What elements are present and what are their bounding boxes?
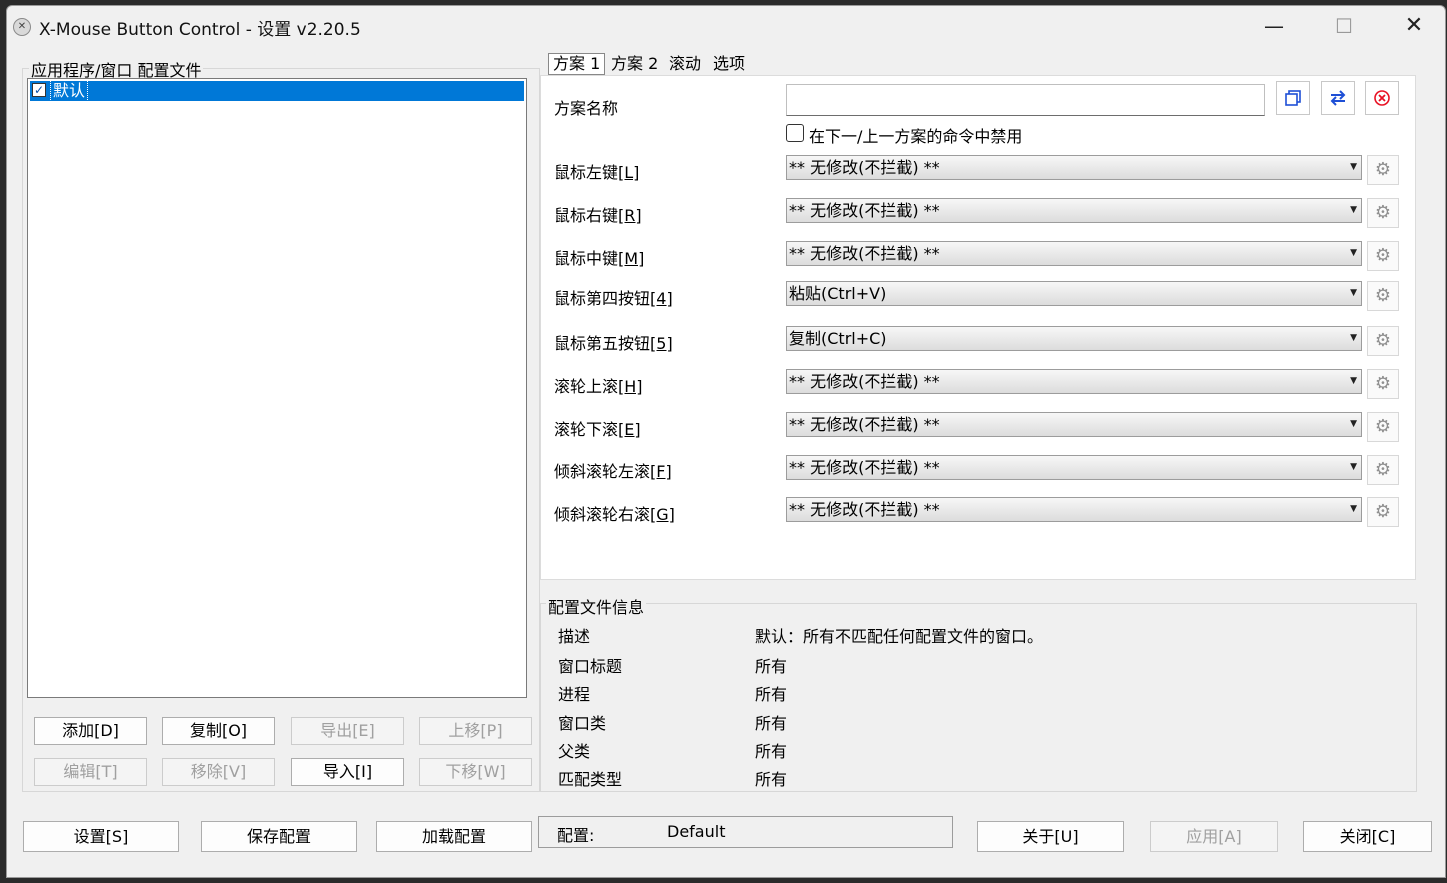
copy-scheme-icon[interactable] [1276, 81, 1310, 115]
chevron-down-icon: ▼ [1350, 504, 1357, 514]
wheel-up-dropdown[interactable]: ** 无修改(不拦截) ** ▼ [786, 369, 1362, 394]
maximize-icon[interactable]: ☐ [1309, 6, 1379, 46]
disable-scheme-checkbox[interactable] [786, 124, 804, 142]
close-button[interactable]: 关闭[C] [1303, 821, 1432, 852]
button5-label: 鼠标第五按钮[5] [554, 334, 673, 353]
chevron-down-icon: ▼ [1350, 462, 1357, 472]
wheel-down-dropdown[interactable]: ** 无修改(不拦截) ** ▼ [786, 412, 1362, 437]
minimize-icon[interactable]: — [1239, 6, 1309, 46]
tilt-left-dropdown[interactable]: ** 无修改(不拦截) ** ▼ [786, 455, 1362, 480]
save-config-button[interactable]: 保存配置 [201, 821, 357, 852]
window-title-label: 窗口标题 [558, 657, 623, 676]
chevron-down-icon: ▼ [1350, 333, 1357, 343]
process-label: 进程 [558, 685, 591, 704]
gear-icon[interactable]: ⚙ [1367, 412, 1399, 442]
move-up-button[interactable]: 上移[P] [419, 717, 532, 745]
scheme-name-input[interactable] [786, 84, 1265, 116]
config-label: 配置: [557, 826, 595, 845]
app-icon: ✕ [13, 18, 31, 36]
profile-enabled-checkbox[interactable]: ✓ [32, 83, 46, 97]
right-button-dropdown[interactable]: ** 无修改(不拦截) ** ▼ [786, 198, 1362, 223]
middle-button-dropdown[interactable]: ** 无修改(不拦截) ** ▼ [786, 241, 1362, 266]
gear-icon[interactable]: ⚙ [1367, 198, 1399, 228]
about-button[interactable]: 关于[U] [977, 821, 1124, 852]
chevron-down-icon: ▼ [1350, 419, 1357, 429]
gear-icon[interactable]: ⚙ [1367, 281, 1399, 311]
profile-label: 默认 [49, 80, 89, 102]
left-button-dropdown[interactable]: ** 无修改(不拦截) ** ▼ [786, 155, 1362, 180]
tilt-right-dropdown[interactable]: ** 无修改(不拦截) ** ▼ [786, 497, 1362, 522]
match-type-value: 所有 [755, 770, 788, 789]
right-button-label: 鼠标右键[R] [554, 206, 642, 225]
list-item[interactable]: ✓ 默认 [30, 80, 524, 102]
gear-icon[interactable]: ⚙ [1367, 326, 1399, 356]
config-value: Default [667, 822, 726, 841]
chevron-down-icon: ▼ [1350, 205, 1357, 215]
parent-class-label: 父类 [558, 742, 591, 761]
wheel-down-label: 滚轮下滚[E] [554, 420, 641, 439]
swap-scheme-icon[interactable] [1321, 81, 1355, 115]
load-config-button[interactable]: 加载配置 [376, 821, 532, 852]
import-profile-button[interactable]: 导入[I] [291, 758, 404, 786]
move-down-button[interactable]: 下移[W] [419, 758, 532, 786]
tab-options[interactable]: 选项 [709, 52, 749, 76]
button5-dropdown[interactable]: 复制(Ctrl+C) ▼ [786, 326, 1362, 351]
window-class-label: 窗口类 [558, 714, 607, 733]
chevron-down-icon: ▼ [1350, 162, 1357, 172]
title-bar[interactable]: ✕ X-Mouse Button Control - 设置 v2.20.5 — … [7, 6, 1445, 46]
gear-icon[interactable]: ⚙ [1367, 497, 1399, 527]
export-profile-button[interactable]: 导出[E] [291, 717, 404, 745]
settings-button[interactable]: 设置[S] [23, 821, 179, 852]
button4-dropdown[interactable]: 粘贴(Ctrl+V) ▼ [786, 281, 1362, 306]
tab-scheme-2[interactable]: 方案 2 [607, 52, 662, 76]
tilt-right-label: 倾斜滚轮右滚[G] [554, 505, 675, 524]
wheel-up-label: 滚轮上滚[H] [554, 377, 643, 396]
window-class-value: 所有 [755, 714, 788, 733]
scheme-name-label: 方案名称 [554, 99, 619, 118]
chevron-down-icon: ▼ [1350, 288, 1357, 298]
profiles-list[interactable]: ✓ 默认 [27, 78, 527, 698]
close-window-icon[interactable]: ✕ [1379, 6, 1447, 46]
add-profile-button[interactable]: 添加[D] [34, 717, 147, 745]
process-value: 所有 [755, 685, 788, 704]
gear-icon[interactable]: ⚙ [1367, 455, 1399, 485]
gear-icon[interactable]: ⚙ [1367, 155, 1399, 185]
edit-profile-button[interactable]: 编辑[T] [34, 758, 147, 786]
copy-profile-button[interactable]: 复制[O] [162, 717, 275, 745]
remove-profile-button[interactable]: 移除[V] [162, 758, 275, 786]
gear-icon[interactable]: ⚙ [1367, 369, 1399, 399]
gear-icon[interactable]: ⚙ [1367, 241, 1399, 271]
tab-scheme-1[interactable]: 方案 1 [548, 53, 606, 75]
description-value: 默认：所有不匹配任何配置文件的窗口。 [755, 627, 1044, 646]
parent-class-value: 所有 [755, 742, 788, 761]
button4-label: 鼠标第四按钮[4] [554, 289, 673, 308]
middle-button-label: 鼠标中键[M] [554, 249, 645, 268]
chevron-down-icon: ▼ [1350, 248, 1357, 258]
apply-button[interactable]: 应用[A] [1150, 821, 1278, 852]
profile-info-group-title: 配置文件信息 [546, 594, 647, 618]
tilt-left-label: 倾斜滚轮左滚[F] [554, 462, 672, 481]
config-status: 配置: Default [538, 816, 953, 848]
clear-scheme-icon[interactable] [1365, 81, 1399, 115]
disable-scheme-label: 在下一/上一方案的命令中禁用 [809, 127, 1023, 146]
match-type-label: 匹配类型 [558, 770, 623, 789]
left-button-label: 鼠标左键[L] [554, 163, 640, 182]
chevron-down-icon: ▼ [1350, 376, 1357, 386]
window-title-value: 所有 [755, 657, 788, 676]
window-title: X-Mouse Button Control - 设置 v2.20.5 [39, 20, 361, 40]
description-label: 描述 [558, 627, 591, 646]
tab-scroll[interactable]: 滚动 [665, 52, 705, 76]
